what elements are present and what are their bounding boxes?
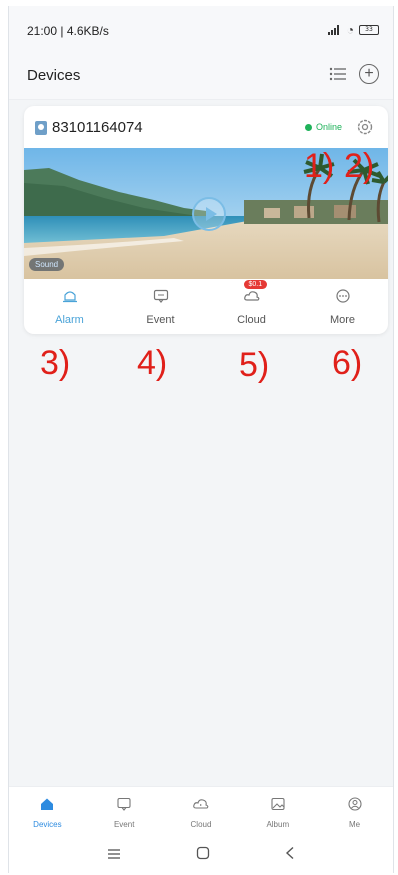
nav-me-label: Me (349, 820, 361, 829)
nav-devices[interactable]: Devices (9, 787, 86, 838)
more-label: More (329, 314, 356, 326)
sound-toggle[interactable]: Sound (29, 258, 65, 271)
alarm-button[interactable]: Alarm (24, 279, 115, 334)
phone-screen: 21:00 | 4.6KB/s ◔ 33 Devices + 831011640… (8, 6, 394, 873)
event-icon (117, 797, 131, 811)
more-button[interactable]: More (297, 279, 388, 334)
cloud-label: Cloud (237, 314, 266, 326)
alarm-label: Alarm (55, 314, 84, 326)
event-label: Event (146, 314, 175, 326)
cloud-promo-badge: $0.1 (243, 280, 268, 289)
list-view-icon[interactable] (329, 66, 347, 82)
nav-event[interactable]: Event (86, 787, 163, 838)
more-dots-icon (335, 289, 350, 303)
online-label: Online (315, 122, 342, 132)
album-icon (271, 797, 285, 811)
camera-icon (35, 121, 47, 135)
annotation-4: 4) (137, 344, 168, 382)
system-nav-bar (9, 838, 393, 873)
alarm-bell-icon (62, 291, 77, 303)
square-home-icon (196, 846, 210, 860)
annotation-2: 2) (344, 147, 375, 185)
device-actions: Alarm Event $0.1 Cloud More (24, 279, 388, 334)
nav-devices-label: Devices (33, 820, 62, 829)
nav-album-label: Album (266, 820, 290, 829)
recent-apps-button[interactable] (107, 847, 121, 865)
event-message-icon (153, 289, 168, 303)
home-icon (41, 798, 54, 810)
battery-level: 33 (365, 26, 373, 33)
online-status: Online (304, 122, 342, 132)
back-chevron-icon (286, 846, 294, 860)
annotation-3: 3) (40, 344, 71, 382)
annotation-5: 5) (239, 346, 270, 384)
nav-me[interactable]: Me (316, 787, 393, 838)
device-id: 83101164074 (52, 119, 143, 136)
annotation-1: 1) (304, 147, 335, 185)
back-button[interactable] (285, 846, 295, 865)
device-card: 83101164074 Online Sound Alarm Event $0.… (24, 106, 388, 334)
signal-icon (327, 25, 342, 35)
battery-icon: 33 (359, 25, 379, 35)
status-bar: 21:00 | 4.6KB/s ◔ 33 (9, 6, 393, 50)
menu-lines-icon (107, 848, 120, 859)
add-device-button[interactable]: + (359, 64, 379, 84)
play-button[interactable] (192, 197, 226, 231)
cloud-button[interactable]: $0.1 Cloud (206, 279, 297, 334)
nav-cloud-label: Cloud (190, 820, 212, 829)
nav-album[interactable]: Album (239, 787, 316, 838)
bottom-nav: Devices Event Cloud Album Me (9, 786, 393, 838)
nav-event-label: Event (113, 820, 135, 829)
nav-cloud[interactable]: Cloud (163, 787, 240, 838)
settings-gear-icon[interactable] (356, 118, 374, 136)
annotation-6: 6) (332, 344, 363, 382)
online-dot-icon (304, 123, 312, 131)
status-time: 21:00 | 4.6KB/s (27, 24, 109, 38)
home-system-button[interactable] (196, 846, 210, 865)
status-icons: ◔ 33 (327, 23, 379, 37)
profile-icon (348, 797, 362, 811)
device-card-header: 83101164074 Online (24, 106, 388, 148)
cloud-icon (193, 799, 209, 809)
page-title: Devices (27, 67, 81, 84)
event-button[interactable]: Event (115, 279, 206, 334)
wifi-icon: ◔ (346, 23, 354, 37)
cloud-icon (243, 291, 259, 301)
app-header: Devices + (9, 50, 393, 100)
